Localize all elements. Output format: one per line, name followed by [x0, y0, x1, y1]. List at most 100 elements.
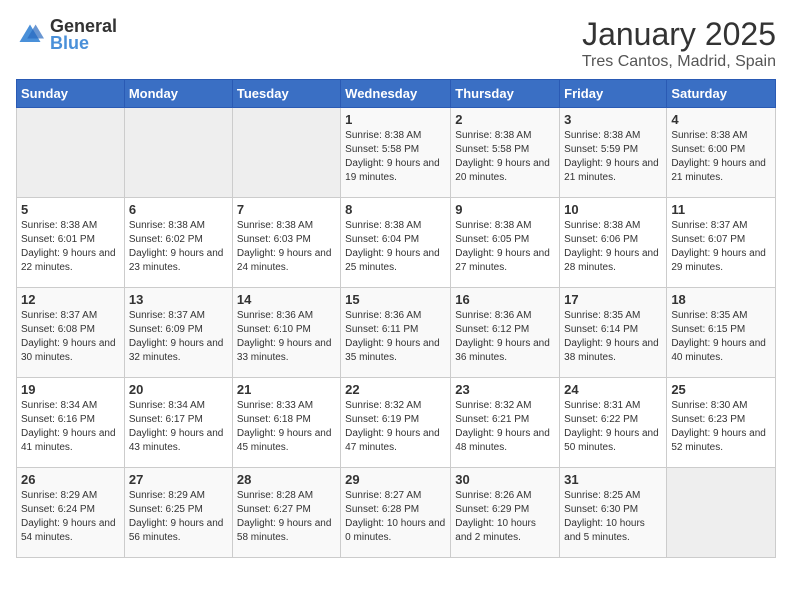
table-row	[17, 108, 125, 198]
day-info: Sunrise: 8:25 AMSunset: 6:30 PMDaylight:…	[564, 489, 662, 545]
day-number: 24	[564, 382, 662, 397]
table-row: 12 Sunrise: 8:37 AMSunset: 6:08 PMDayligh…	[17, 288, 125, 378]
day-info: Sunrise: 8:33 AMSunset: 6:18 PMDaylight:…	[237, 399, 336, 455]
table-row: 16 Sunrise: 8:36 AMSunset: 6:12 PMDayligh…	[451, 288, 560, 378]
header-friday: Friday	[560, 80, 667, 108]
day-info: Sunrise: 8:35 AMSunset: 6:15 PMDaylight:…	[671, 309, 771, 365]
day-info: Sunrise: 8:27 AMSunset: 6:28 PMDaylight:…	[345, 489, 446, 545]
table-row: 22Sunrise: 8:32 AMSunset: 6:19 PMDayligh…	[341, 378, 451, 468]
day-number: 2	[455, 112, 555, 127]
table-row	[124, 108, 232, 198]
day-info: Sunrise: 8:36 AMSunset: 6:10 PMDaylight:…	[237, 309, 336, 365]
table-row: 18 Sunrise: 8:35 AMSunset: 6:15 PMDayligh…	[667, 288, 776, 378]
table-row: 3Sunrise: 8:38 AMSunset: 5:59 PMDaylight…	[560, 108, 667, 198]
calendar-week-row: 19 Sunrise: 8:34 AMSunset: 6:16 PMDayligh…	[17, 378, 776, 468]
day-number: 16	[455, 292, 555, 307]
table-row	[232, 108, 340, 198]
day-number: 23	[455, 382, 555, 397]
table-row: 6 Sunrise: 8:38 AMSunset: 6:02 PMDaylight…	[124, 198, 232, 288]
day-number: 5	[21, 202, 120, 217]
day-number: 9	[455, 202, 555, 217]
day-info: Sunrise: 8:31 AMSunset: 6:22 PMDaylight:…	[564, 399, 662, 455]
day-number: 14	[237, 292, 336, 307]
table-row: 28Sunrise: 8:28 AMSunset: 6:27 PMDayligh…	[232, 468, 340, 558]
day-number: 25	[671, 382, 771, 397]
header-thursday: Thursday	[451, 80, 560, 108]
table-row: 9 Sunrise: 8:38 AMSunset: 6:05 PMDaylight…	[451, 198, 560, 288]
day-number: 26	[21, 472, 120, 487]
day-info: Sunrise: 8:28 AMSunset: 6:27 PMDaylight:…	[237, 489, 336, 545]
day-info: Sunrise: 8:38 AMSunset: 6:06 PMDaylight:…	[564, 219, 662, 275]
table-row: 27Sunrise: 8:29 AMSunset: 6:25 PMDayligh…	[124, 468, 232, 558]
table-row	[667, 468, 776, 558]
day-info: Sunrise: 8:37 AMSunset: 6:07 PMDaylight:…	[671, 219, 771, 275]
day-number: 1	[345, 112, 446, 127]
table-row: 15 Sunrise: 8:36 AMSunset: 6:11 PMDayligh…	[341, 288, 451, 378]
day-number: 18	[671, 292, 771, 307]
calendar-week-row: 1 Sunrise: 8:38 AMSunset: 5:58 PMDaylight…	[17, 108, 776, 198]
day-number: 30	[455, 472, 555, 487]
table-row: 7Sunrise: 8:38 AMSunset: 6:03 PMDaylight…	[232, 198, 340, 288]
day-number: 3	[564, 112, 662, 127]
day-info: Sunrise: 8:38 AMSunset: 6:05 PMDaylight:…	[455, 219, 555, 275]
table-row: 25 Sunrise: 8:30 AMSunset: 6:23 PMDayligh…	[667, 378, 776, 468]
day-number: 19	[21, 382, 120, 397]
day-number: 29	[345, 472, 446, 487]
table-row: 31Sunrise: 8:25 AMSunset: 6:30 PMDayligh…	[560, 468, 667, 558]
table-row: 5 Sunrise: 8:38 AMSunset: 6:01 PMDaylight…	[17, 198, 125, 288]
calendar-table: Sunday Monday Tuesday Wednesday Thursday…	[16, 79, 776, 558]
day-info: Sunrise: 8:26 AMSunset: 6:29 PMDaylight:…	[455, 489, 555, 545]
day-number: 17	[564, 292, 662, 307]
day-info: Sunrise: 8:29 AMSunset: 6:25 PMDaylight:…	[129, 489, 228, 545]
day-number: 21	[237, 382, 336, 397]
logo-text-blue: Blue	[50, 33, 117, 54]
day-info: Sunrise: 8:34 AMSunset: 6:17 PMDaylight:…	[129, 399, 228, 455]
day-info: Sunrise: 8:38 AMSunset: 6:01 PMDaylight:…	[21, 219, 120, 275]
calendar-week-row: 12 Sunrise: 8:37 AMSunset: 6:08 PMDayligh…	[17, 288, 776, 378]
day-info: Sunrise: 8:36 AMSunset: 6:11 PMDaylight:…	[345, 309, 446, 365]
table-row: 29 Sunrise: 8:27 AMSunset: 6:28 PMDayligh…	[341, 468, 451, 558]
page-header: General Blue January 2025 Tres Cantos, M…	[16, 16, 776, 71]
day-number: 6	[129, 202, 228, 217]
day-info: Sunrise: 8:30 AMSunset: 6:23 PMDaylight:…	[671, 399, 771, 455]
day-info: Sunrise: 8:35 AMSunset: 6:14 PMDaylight:…	[564, 309, 662, 365]
calendar-week-row: 5 Sunrise: 8:38 AMSunset: 6:01 PMDaylight…	[17, 198, 776, 288]
day-info: Sunrise: 8:32 AMSunset: 6:21 PMDaylight:…	[455, 399, 555, 455]
day-number: 11	[671, 202, 771, 217]
table-row: 14 Sunrise: 8:36 AMSunset: 6:10 PMDayligh…	[232, 288, 340, 378]
header-monday: Monday	[124, 80, 232, 108]
table-row: 13Sunrise: 8:37 AMSunset: 6:09 PMDayligh…	[124, 288, 232, 378]
day-info: Sunrise: 8:38 AMSunset: 6:04 PMDaylight:…	[345, 219, 446, 275]
day-number: 13	[129, 292, 228, 307]
table-row: 2 Sunrise: 8:38 AMSunset: 5:58 PMDaylight…	[451, 108, 560, 198]
table-row: 10Sunrise: 8:38 AMSunset: 6:06 PMDayligh…	[560, 198, 667, 288]
calendar-header-row: Sunday Monday Tuesday Wednesday Thursday…	[17, 80, 776, 108]
table-row: 21 Sunrise: 8:33 AMSunset: 6:18 PMDayligh…	[232, 378, 340, 468]
header-saturday: Saturday	[667, 80, 776, 108]
day-number: 12	[21, 292, 120, 307]
table-row: 26 Sunrise: 8:29 AMSunset: 6:24 PMDayligh…	[17, 468, 125, 558]
table-row: 30 Sunrise: 8:26 AMSunset: 6:29 PMDayligh…	[451, 468, 560, 558]
title-block: January 2025 Tres Cantos, Madrid, Spain	[582, 16, 776, 71]
header-wednesday: Wednesday	[341, 80, 451, 108]
day-info: Sunrise: 8:38 AMSunset: 5:58 PMDaylight:…	[455, 129, 555, 185]
table-row: 20 Sunrise: 8:34 AMSunset: 6:17 PMDayligh…	[124, 378, 232, 468]
day-number: 4	[671, 112, 771, 127]
day-number: 15	[345, 292, 446, 307]
day-info: Sunrise: 8:38 AMSunset: 6:02 PMDaylight:…	[129, 219, 228, 275]
day-info: Sunrise: 8:37 AMSunset: 6:08 PMDaylight:…	[21, 309, 120, 365]
header-sunday: Sunday	[17, 80, 125, 108]
day-info: Sunrise: 8:34 AMSunset: 6:16 PMDaylight:…	[21, 399, 120, 455]
day-info: Sunrise: 8:29 AMSunset: 6:24 PMDaylight:…	[21, 489, 120, 545]
day-info: Sunrise: 8:36 AMSunset: 6:12 PMDaylight:…	[455, 309, 555, 365]
table-row: 17 Sunrise: 8:35 AMSunset: 6:14 PMDayligh…	[560, 288, 667, 378]
day-number: 20	[129, 382, 228, 397]
logo: General Blue	[16, 16, 117, 54]
day-number: 7	[237, 202, 336, 217]
calendar-week-row: 26 Sunrise: 8:29 AMSunset: 6:24 PMDayligh…	[17, 468, 776, 558]
day-info: Sunrise: 8:38 AMSunset: 5:58 PMDaylight:…	[345, 129, 446, 185]
table-row: 4Sunrise: 8:38 AMSunset: 6:00 PMDaylight…	[667, 108, 776, 198]
day-info: Sunrise: 8:32 AMSunset: 6:19 PMDaylight:…	[345, 399, 446, 455]
calendar-subtitle: Tres Cantos, Madrid, Spain	[582, 53, 776, 71]
table-row: 23 Sunrise: 8:32 AMSunset: 6:21 PMDayligh…	[451, 378, 560, 468]
